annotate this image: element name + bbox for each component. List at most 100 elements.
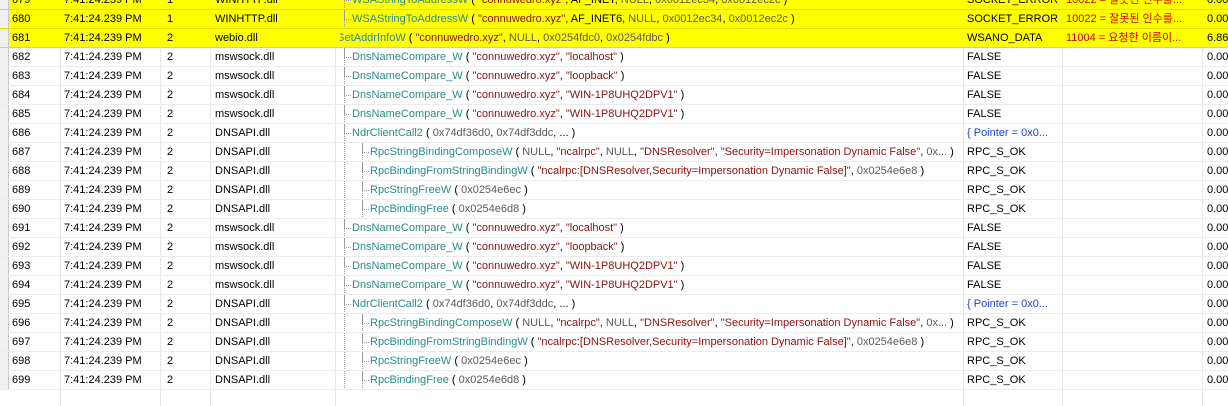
return-value-cell: FALSE: [967, 260, 1002, 272]
api-call-log-grid[interactable]: 679 7:41:24.239 PM 1 WINHTTP.dll WSAStringTo…: [0, 0, 1228, 406]
table-row[interactable]: 683 7:41:24.239 PM 2 mswsock.dll DnsNameComp…: [0, 67, 1228, 86]
argument-value: "WIN-1P8UHQ2DPV1": [565, 279, 678, 291]
thread-cell: 2: [167, 32, 174, 44]
tree-connector: [344, 105, 351, 115]
row-gutter: [0, 352, 9, 370]
argument-value: NULL: [605, 317, 635, 329]
function-name: WSAStringToAddressW: [352, 13, 469, 25]
table-row[interactable]: 693 7:41:24.239 PM 2 mswsock.dll DnsNameComp…: [0, 257, 1228, 276]
function-name: DnsNameCompare_W: [352, 241, 463, 253]
argument-value: AF_INET: [570, 0, 615, 6]
argument-value: "loopback": [565, 241, 618, 253]
row-gutter: [0, 295, 9, 313]
api-call-cell: DnsNameCompare_W ( "connuwedro.xyz", "WI…: [340, 257, 962, 275]
duration-cell: 0.00: [1207, 355, 1228, 367]
module-cell: mswsock.dll: [215, 241, 275, 253]
table-row[interactable]: 688 7:41:24.239 PM 2 DNSAPI.dll RpcBindingFr…: [0, 162, 1228, 181]
duration-cell: 0.00: [1207, 336, 1228, 348]
module-cell: DNSAPI.dll: [215, 146, 271, 158]
table-row[interactable]: 690 7:41:24.239 PM 2 DNSAPI.dll RpcBindingFr…: [0, 200, 1228, 219]
error-cell: [1066, 162, 1197, 180]
argument-value: NULL: [522, 146, 551, 158]
duration-cell: 0.00: [1207, 51, 1228, 63]
time-cell: 7:41:24.239 PM: [64, 260, 142, 272]
argument-value: 0x0012ec34: [655, 0, 716, 6]
return-value-cell: FALSE: [967, 51, 1002, 63]
table-row[interactable]: 691 7:41:24.239 PM 2 mswsock.dll DnsNameComp…: [0, 219, 1228, 238]
time-cell: 7:41:24.239 PM: [64, 184, 142, 196]
tree-connector: [344, 48, 351, 58]
argument-value: "connuwedro.xyz": [472, 70, 560, 82]
function-name: RpcStringFreeW: [370, 355, 452, 367]
argument-value: "Security=Impersonation Dynamic False": [720, 146, 921, 158]
module-cell: mswsock.dll: [215, 279, 275, 291]
argument-value: 0x0254e6d8: [458, 203, 520, 215]
argument-value: 0x74df36d0: [432, 127, 491, 139]
tree-connector: [344, 124, 351, 134]
row-gutter: [0, 238, 9, 256]
argument-value: "ncalrpc": [556, 317, 600, 329]
return-value-cell: FALSE: [967, 241, 1002, 253]
row-number-cell: 687: [12, 146, 31, 158]
table-row[interactable]: 689 7:41:24.239 PM 2 DNSAPI.dll RpcStringFre…: [0, 181, 1228, 200]
table-row[interactable]: 686 7:41:24.239 PM 2 DNSAPI.dll NdrClientCal…: [0, 124, 1228, 143]
table-row[interactable]: 679 7:41:24.239 PM 1 WINHTTP.dll WSAStringTo…: [0, 0, 1228, 10]
row-number-cell: 685: [12, 108, 31, 120]
argument-value: "connuwedro.xyz": [472, 260, 560, 272]
module-cell: WINHTTP.dll: [215, 13, 278, 25]
return-value-cell: SOCKET_ERROR: [967, 0, 1059, 6]
table-row[interactable]: 684 7:41:24.239 PM 2 mswsock.dll DnsNameComp…: [0, 86, 1228, 105]
table-row[interactable]: 687 7:41:24.239 PM 2 DNSAPI.dll RpcStringBin…: [0, 143, 1228, 162]
duration-cell: 0.00: [1207, 203, 1228, 215]
table-row[interactable]: 698 7:41:24.239 PM 2 DNSAPI.dll RpcStringFre…: [0, 352, 1228, 371]
tree-connector: [362, 181, 369, 191]
return-value-cell: SOCKET_ERROR: [967, 13, 1059, 25]
table-row[interactable]: 697 7:41:24.239 PM 2 DNSAPI.dll RpcBindingFr…: [0, 333, 1228, 352]
argument-value: 0x74df3ddc: [496, 298, 554, 310]
table-row[interactable]: 680 7:41:24.239 PM 1 WINHTTP.dll WSAStringTo…: [0, 10, 1228, 29]
table-row[interactable]: 681 7:41:24.239 PM 2 webio.dll GetAddrInfoW …: [0, 29, 1228, 48]
time-cell: 7:41:24.239 PM: [64, 336, 142, 348]
tree-connector: [344, 238, 351, 248]
api-call-cell: NdrClientCall2 ( 0x74df36d0, 0x74df3ddc,…: [340, 295, 962, 313]
argument-value: "connuwedro.xyz": [472, 51, 560, 63]
error-cell: [1066, 333, 1197, 351]
table-row[interactable]: 682 7:41:24.239 PM 2 mswsock.dll DnsNameComp…: [0, 48, 1228, 67]
argument-value: 0x0254e6e8: [856, 336, 918, 348]
table-row[interactable]: 692 7:41:24.239 PM 2 mswsock.dll DnsNameComp…: [0, 238, 1228, 257]
time-cell: 7:41:24.239 PM: [64, 13, 142, 25]
duration-cell: 0.00: [1207, 108, 1228, 120]
thread-cell: 2: [167, 184, 174, 196]
argument-value: "ncalrpc:[DNSResolver,Security=Impersona…: [537, 165, 851, 177]
error-cell: [1066, 314, 1197, 332]
row-gutter: [0, 105, 9, 123]
argument-value: 0x0254e6e8: [856, 165, 918, 177]
error-cell: [1066, 352, 1197, 370]
error-cell: [1066, 67, 1197, 85]
module-cell: DNSAPI.dll: [215, 127, 271, 139]
return-value-cell: FALSE: [967, 279, 1002, 291]
table-row[interactable]: 694 7:41:24.239 PM 2 mswsock.dll DnsNameComp…: [0, 276, 1228, 295]
table-row[interactable]: 699 7:41:24.239 PM 2 DNSAPI.dll RpcBindingFr…: [0, 371, 1228, 390]
api-call-cell: DnsNameCompare_W ( "connuwedro.xyz", "lo…: [340, 238, 962, 256]
error-cell: 10022 = 잘못된 인수를...: [1066, 13, 1183, 25]
thread-cell: 2: [167, 70, 174, 82]
module-cell: DNSAPI.dll: [215, 355, 271, 367]
argument-value: NULL: [628, 13, 657, 25]
row-gutter: [0, 200, 9, 218]
api-call-cell: DnsNameCompare_W ( "connuwedro.xyz", "lo…: [340, 48, 962, 66]
module-cell: mswsock.dll: [215, 70, 275, 82]
time-cell: 7:41:24.239 PM: [64, 108, 142, 120]
argument-value: 0x0254fdc0: [543, 32, 601, 44]
tree-guide-line: [344, 143, 346, 161]
thread-cell: 2: [167, 222, 174, 234]
table-row[interactable]: 695 7:41:24.239 PM 2 DNSAPI.dll NdrClientCal…: [0, 295, 1228, 314]
module-cell: WINHTTP.dll: [215, 0, 278, 6]
argument-value: "ncalrpc": [556, 146, 600, 158]
table-row[interactable]: 696 7:41:24.239 PM 2 DNSAPI.dll RpcStringBin…: [0, 314, 1228, 333]
thread-cell: 2: [167, 89, 174, 101]
argument-value: "connuwedro.xyz": [472, 222, 560, 234]
tree-connector: [344, 219, 351, 229]
table-row[interactable]: 685 7:41:24.239 PM 2 mswsock.dll DnsNameComp…: [0, 105, 1228, 124]
time-cell: 7:41:24.239 PM: [64, 146, 142, 158]
